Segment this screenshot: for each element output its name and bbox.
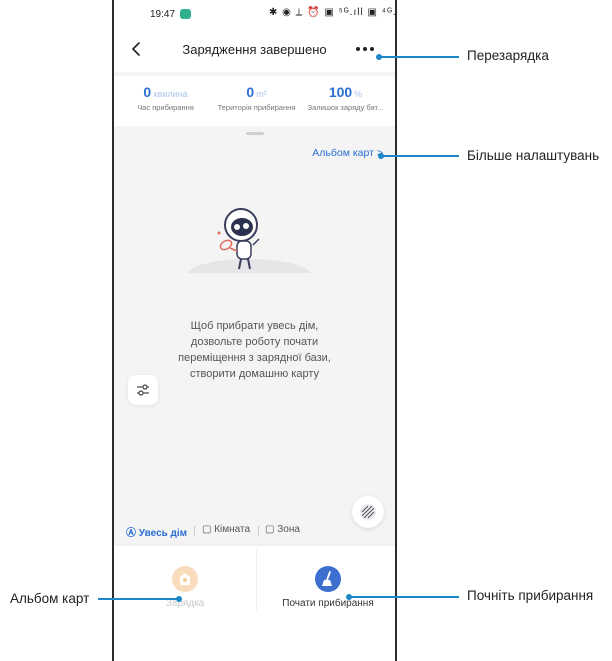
auto-icon: Ⓐ — [126, 528, 136, 539]
stat-label: Залишок заряду бат... — [307, 103, 384, 112]
broom-icon — [315, 566, 341, 592]
status-icons: ✱ ◉ ⟂ ⏰ ▣ ⁵ᴳ.ıll ▣ ⁴ᴳ.ıll 65 ⚡ — [269, 7, 397, 19]
callout-line — [349, 596, 459, 598]
stat-value: 100 — [328, 84, 353, 100]
status-bar: 19:47 ✱ ◉ ⟂ ⏰ ▣ ⁵ᴳ.ıll ▣ ⁴ᴳ.ıll 65 ⚡ — [114, 0, 395, 28]
map-album-link[interactable]: Альбом карт > — [312, 147, 383, 159]
stat-unit: % — [354, 89, 363, 99]
tab-room[interactable]: ▢ Кімната — [202, 524, 250, 535]
callout-map-album: Альбом карт — [10, 591, 90, 606]
callout-more-settings: Більше налаштувань — [467, 148, 600, 163]
stat-unit: хвилина — [153, 89, 188, 99]
callout-dot — [176, 596, 182, 602]
signal-icons: ✱ ◉ ⟂ ⏰ ▣ ⁵ᴳ.ıll ▣ ⁴ᴳ.ıll — [269, 7, 397, 19]
tab-label: Увесь дім — [138, 528, 188, 539]
stat-unit: m² — [256, 89, 267, 99]
tab-zone[interactable]: ▢ Зона — [265, 524, 300, 535]
divider — [194, 526, 195, 536]
zone-icon: ▢ — [265, 524, 275, 535]
stat-label: Час прибирання — [137, 103, 194, 112]
hint-line: дозвольте роботу почати — [190, 336, 319, 348]
tab-whole-home[interactable]: Ⓐ Увесь дім — [126, 524, 187, 539]
stat-battery-level: 100% Залишок заряду бат... — [298, 84, 393, 112]
stat-cleaning-area: 0 m² Територія прибирання — [209, 84, 304, 112]
robot-mascot-illustration — [179, 208, 319, 290]
callout-start-cleaning: Почніть прибирання — [467, 588, 594, 603]
message-app-icon — [180, 9, 191, 19]
sliders-icon — [137, 384, 149, 396]
tab-label: Кімната — [214, 524, 251, 535]
stat-value: 0 — [246, 84, 255, 100]
hint-text: Щоб прибрати увесь дім, дозвольте роботу… — [114, 318, 395, 382]
callout-line — [379, 56, 459, 58]
start-cleaning-button[interactable]: Почати прибирання — [257, 566, 395, 609]
stat-value: 0 — [143, 84, 152, 100]
divider — [258, 526, 259, 536]
callout-recharge: Перезарядка — [467, 48, 549, 63]
hint-line: Щоб прибрати увесь дім, — [190, 320, 319, 332]
callout-line — [381, 155, 459, 157]
phone-screen: 19:47 ✱ ◉ ⟂ ⏰ ▣ ⁵ᴳ.ıll ▣ ⁴ᴳ.ıll 65 ⚡ Зар… — [112, 0, 397, 661]
drag-handle[interactable] — [246, 132, 264, 135]
tab-label: Зона — [277, 524, 300, 535]
callout-line — [98, 598, 178, 600]
map-settings-button[interactable] — [128, 375, 158, 405]
bottom-action-panel: Зарядка Почати прибирання — [114, 546, 395, 661]
dock-icon — [172, 566, 198, 592]
room-icon: ▢ — [202, 524, 212, 535]
stat-label: Територія прибирання — [217, 103, 296, 112]
nav-bar: Зарядження завершено — [114, 28, 395, 72]
cleaning-stats: 0 хвилина Час прибирання 0 m² Територія пр… — [114, 76, 395, 126]
hint-line: переміщення з зарядної бази, — [178, 352, 331, 364]
more-dots-icon[interactable] — [353, 41, 377, 57]
charge-button[interactable]: Зарядка — [114, 566, 256, 609]
status-time: 19:47 — [150, 9, 176, 20]
start-cleaning-label: Почати прибирання — [282, 598, 374, 609]
mode-tabs: Ⓐ Увесь дім ▢ Кімната ▢ Зона — [114, 518, 395, 544]
stat-cleaning-time: 0 хвилина Час прибирання — [118, 84, 213, 112]
